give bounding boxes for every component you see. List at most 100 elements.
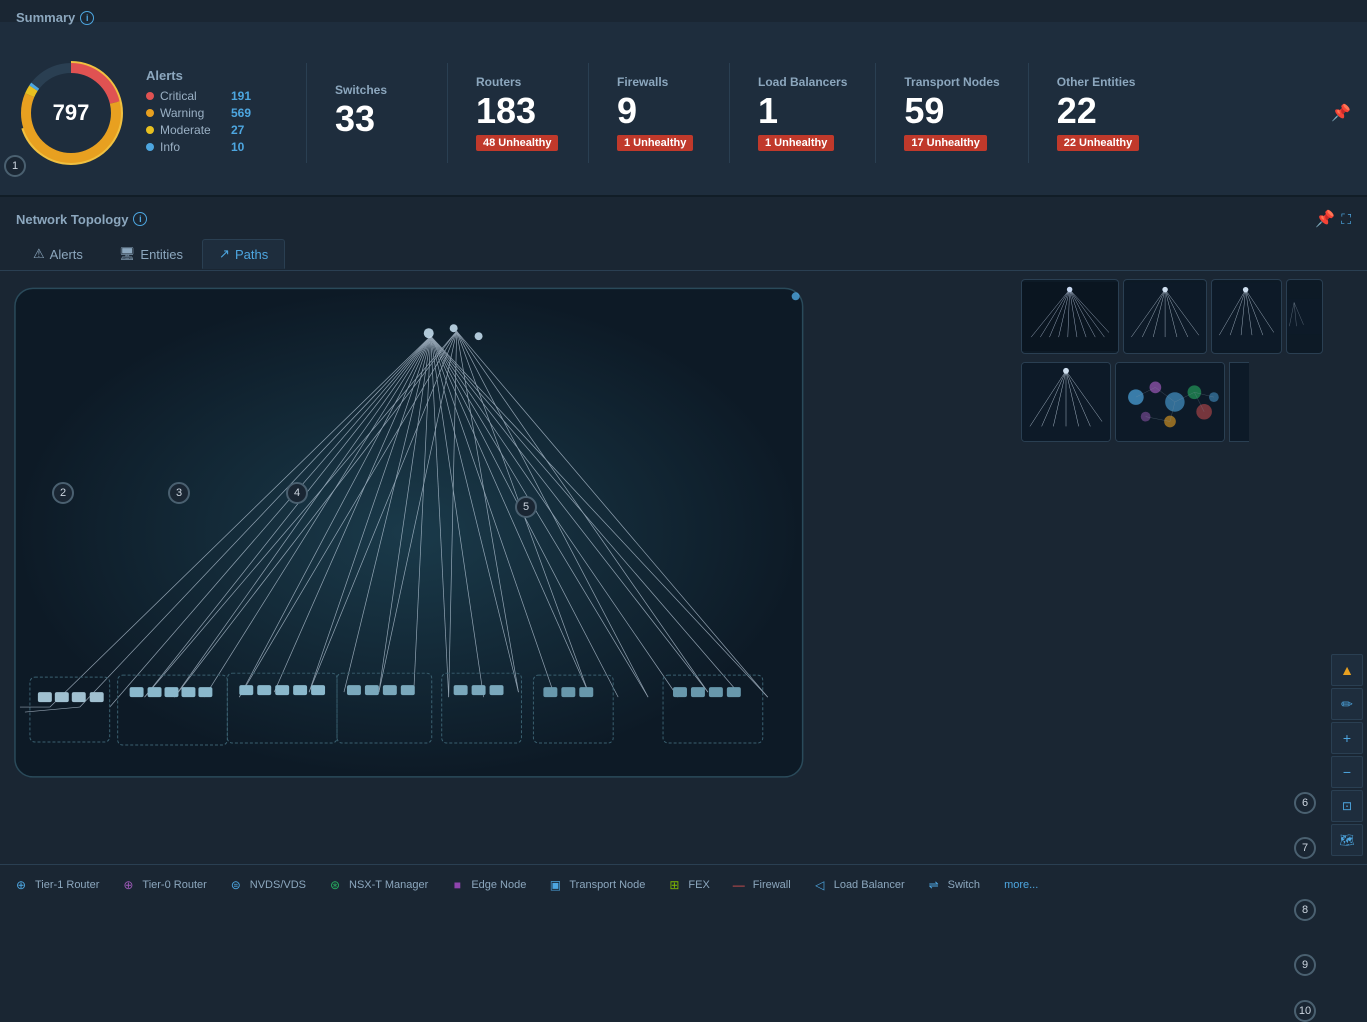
mini-map-edge (1229, 362, 1249, 442)
firewalls-value: 9 (617, 93, 637, 129)
mini-map-4-partial[interactable] (1286, 279, 1323, 354)
badge-8: 8 (1294, 899, 1316, 921)
loadbalancers-metric[interactable]: Load Balancers 1 1 Unhealthy (750, 75, 855, 151)
badge-5: 5 (515, 496, 537, 518)
mini-map-5[interactable] (1021, 362, 1111, 442)
badge-7: 7 (1294, 837, 1316, 859)
summary-content: 797 Alerts Critical 191 Warning 569 (0, 22, 1367, 197)
tabs-bar: ⚠ Alerts 🖥 Entities ↗ Paths (0, 233, 1367, 271)
legend-bar: ⊕ Tier-1 Router ⊕ Tier-0 Router ⊜ NVDS/V… (0, 864, 1367, 904)
info-count: 10 (231, 140, 244, 154)
triangle-alert-icon: ▲ (1340, 662, 1354, 678)
nvds-icon: ⊜ (227, 878, 245, 892)
map-icon: 🗺 (1339, 833, 1354, 847)
fullscreen-icon[interactable]: ⛶ (1341, 211, 1351, 228)
edge-node-icon: ■ (448, 878, 466, 892)
summary-info-icon[interactable]: i (80, 11, 94, 25)
firewall-label: Firewall (753, 879, 791, 891)
alert-toolbar-btn[interactable]: ▲ (1331, 654, 1363, 686)
load-balancer-label: Load Balancer (834, 879, 905, 891)
fit-view-btn[interactable]: ⊡ (1331, 790, 1363, 822)
total-alerts-count: 797 (53, 100, 90, 126)
transport-node-label: Transport Node (569, 879, 645, 891)
nvds-label: NVDS/VDS (250, 879, 306, 891)
mini-map-1[interactable] (1021, 279, 1119, 354)
transport-nodes-unhealthy: 17 Unhealthy (904, 135, 986, 151)
firewall-icon: — (730, 878, 748, 892)
legend-load-balancer[interactable]: ◁ Load Balancer (811, 878, 905, 892)
switch-icon: ⇌ (925, 878, 943, 892)
firewalls-label: Firewalls (617, 75, 668, 89)
switch-label: Switch (948, 879, 980, 891)
firewalls-metric[interactable]: Firewalls 9 1 Unhealthy (609, 75, 709, 151)
pin-action-icon[interactable]: 📌 (1315, 209, 1335, 229)
legend-nvds-vds[interactable]: ⊜ NVDS/VDS (227, 878, 306, 892)
zoom-in-btn[interactable]: + (1331, 722, 1363, 754)
summary-title-text: Summary (16, 10, 75, 25)
warning-dot (146, 109, 154, 117)
routers-metric[interactable]: Routers 183 48 Unhealthy (468, 75, 568, 151)
topology-actions: 📌 ⛶ (1315, 209, 1351, 229)
legend-edge-node[interactable]: ■ Edge Node (448, 878, 526, 892)
divider-routers (588, 63, 589, 163)
tier0-router-icon: ⊕ (119, 878, 137, 892)
summary-pin[interactable]: 📌 (1331, 103, 1351, 123)
mini-map-6-colorful[interactable] (1115, 362, 1225, 442)
fex-icon: ⊞ (665, 878, 683, 892)
mini-map-2[interactable] (1123, 279, 1207, 354)
loadbalancers-value: 1 (758, 93, 778, 129)
legend-more[interactable]: more... (1004, 879, 1038, 891)
minus-icon: − (1343, 764, 1351, 780)
alert-moderate: Moderate 27 (146, 123, 286, 137)
edge-node-label: Edge Node (471, 879, 526, 891)
alerts-block: Alerts Critical 191 Warning 569 Moderate… (146, 68, 286, 157)
mini-maps-row-2 (1021, 362, 1323, 442)
switches-label: Switches (335, 83, 387, 97)
transport-nodes-label: Transport Nodes (904, 75, 999, 89)
critical-label: Critical (160, 89, 225, 103)
mini-map-3[interactable] (1211, 279, 1281, 354)
moderate-count: 27 (231, 123, 244, 137)
tier0-router-label: Tier-0 Router (142, 879, 206, 891)
entities-tab-label: Entities (140, 247, 183, 262)
switches-value: 33 (335, 101, 375, 137)
moderate-label: Moderate (160, 123, 225, 137)
legend-nsxt-manager[interactable]: ⊛ NSX-T Manager (326, 878, 428, 892)
legend-fex[interactable]: ⊞ FEX (665, 878, 709, 892)
map-view-btn[interactable]: 🗺 (1331, 824, 1363, 856)
divider-firewalls (729, 63, 730, 163)
transport-nodes-value: 59 (904, 93, 944, 129)
legend-transport-node[interactable]: ▣ Transport Node (546, 878, 645, 892)
edit-toolbar-btn[interactable]: ✏ (1331, 688, 1363, 720)
loadbalancers-unhealthy: 1 Unhealthy (758, 135, 834, 151)
transport-nodes-metric[interactable]: Transport Nodes 59 17 Unhealthy (896, 75, 1007, 151)
tab-entities[interactable]: 🖥 Entities (102, 239, 200, 268)
divider-lb (875, 63, 876, 163)
topology-info-icon[interactable]: i (133, 212, 147, 226)
zoom-out-btn[interactable]: − (1331, 756, 1363, 788)
transport-node-icon: ▣ (546, 878, 564, 892)
moderate-dot (146, 126, 154, 134)
pencil-edit-icon: ✏ (1341, 696, 1353, 713)
legend-firewall[interactable]: — Firewall (730, 878, 791, 892)
topology-canvas[interactable] (0, 271, 1017, 864)
legend-tier1-router[interactable]: ⊕ Tier-1 Router (12, 878, 99, 892)
info-dot (146, 143, 154, 151)
more-label: more... (1004, 879, 1038, 891)
badge-6: 6 (1294, 792, 1316, 814)
topology-header: Network Topology i 📌 ⛶ (0, 197, 1367, 233)
legend-tier0-router[interactable]: ⊕ Tier-0 Router (119, 878, 206, 892)
info-label: Info (160, 140, 225, 154)
topology-svg (0, 271, 1017, 864)
tab-paths[interactable]: ↗ Paths (202, 239, 285, 269)
badge-1: 1 (4, 155, 26, 177)
mini-maps-row-1 (1021, 279, 1323, 354)
nsxt-label: NSX-T Manager (349, 879, 428, 891)
legend-switch[interactable]: ⇌ Switch (925, 878, 980, 892)
other-entities-metric[interactable]: Other Entities 22 22 Unhealthy (1049, 75, 1149, 151)
tab-alerts[interactable]: ⚠ Alerts (16, 239, 100, 268)
switches-metric[interactable]: Switches 33 (327, 83, 427, 143)
badge-9: 9 (1294, 954, 1316, 976)
right-mini-maps (1017, 271, 1327, 864)
alerts-tab-icon: ⚠ (33, 246, 45, 262)
